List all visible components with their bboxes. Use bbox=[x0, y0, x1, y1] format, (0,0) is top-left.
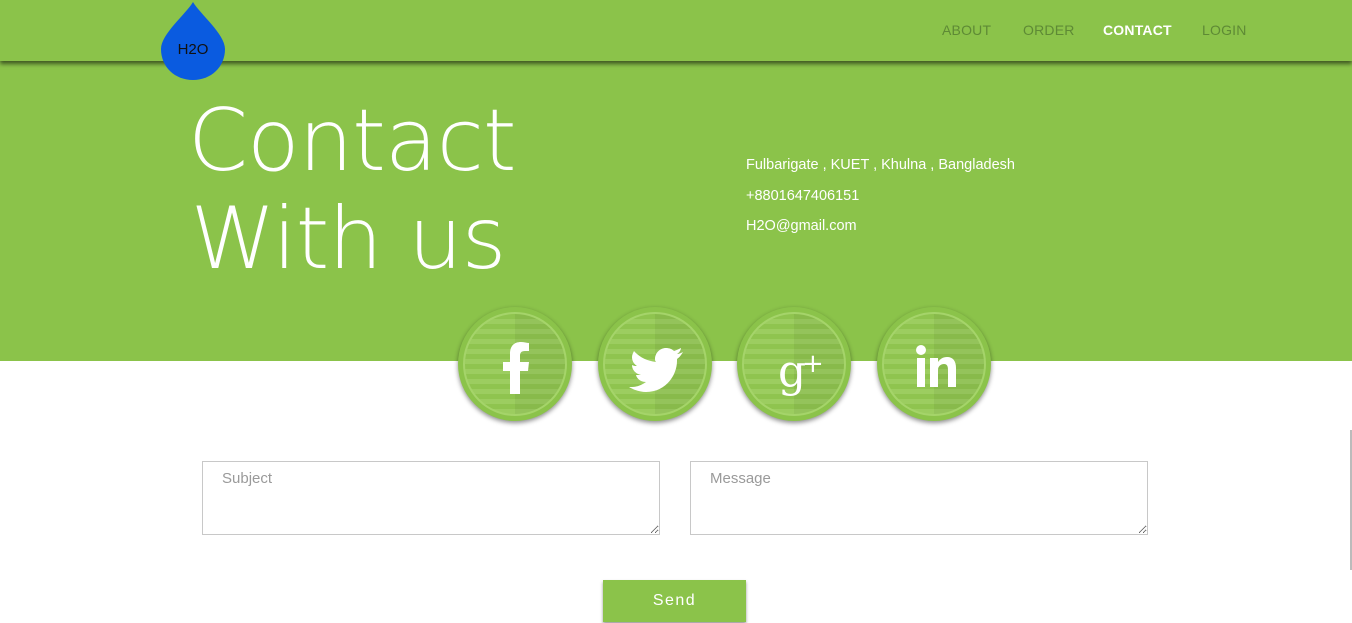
facebook-icon bbox=[503, 342, 529, 394]
send-button[interactable]: Send bbox=[603, 580, 746, 622]
nav-about[interactable]: ABOUT bbox=[942, 22, 991, 38]
google-plus-icon: g + bbox=[778, 346, 824, 397]
subject-field[interactable] bbox=[202, 461, 660, 535]
nav-contact[interactable]: CONTACT bbox=[1103, 22, 1172, 38]
contact-address: Fulbarigate , KUET , Khulna , Bangladesh bbox=[746, 157, 1015, 173]
page-title: Contact With us bbox=[188, 91, 517, 289]
linkedin-button[interactable] bbox=[877, 307, 991, 421]
linkedin-icon bbox=[916, 345, 956, 387]
nav-order[interactable]: ORDER bbox=[1023, 22, 1075, 38]
contact-email[interactable]: H2O@gmail.com bbox=[746, 218, 857, 234]
logo-text: H2O bbox=[177, 41, 209, 58]
logo[interactable]: H2O bbox=[160, 0, 226, 82]
contact-phone: +8801647406151 bbox=[746, 188, 860, 204]
message-field[interactable] bbox=[690, 461, 1148, 535]
title-line-1: Contact bbox=[188, 91, 517, 191]
svg-text:+: + bbox=[802, 349, 824, 379]
google-plus-button[interactable]: g + bbox=[737, 307, 851, 421]
facebook-button[interactable] bbox=[458, 307, 572, 421]
title-line-2: With us bbox=[190, 189, 507, 289]
nav-login[interactable]: LOGIN bbox=[1202, 22, 1247, 38]
twitter-icon bbox=[629, 348, 683, 392]
twitter-button[interactable] bbox=[598, 307, 712, 421]
